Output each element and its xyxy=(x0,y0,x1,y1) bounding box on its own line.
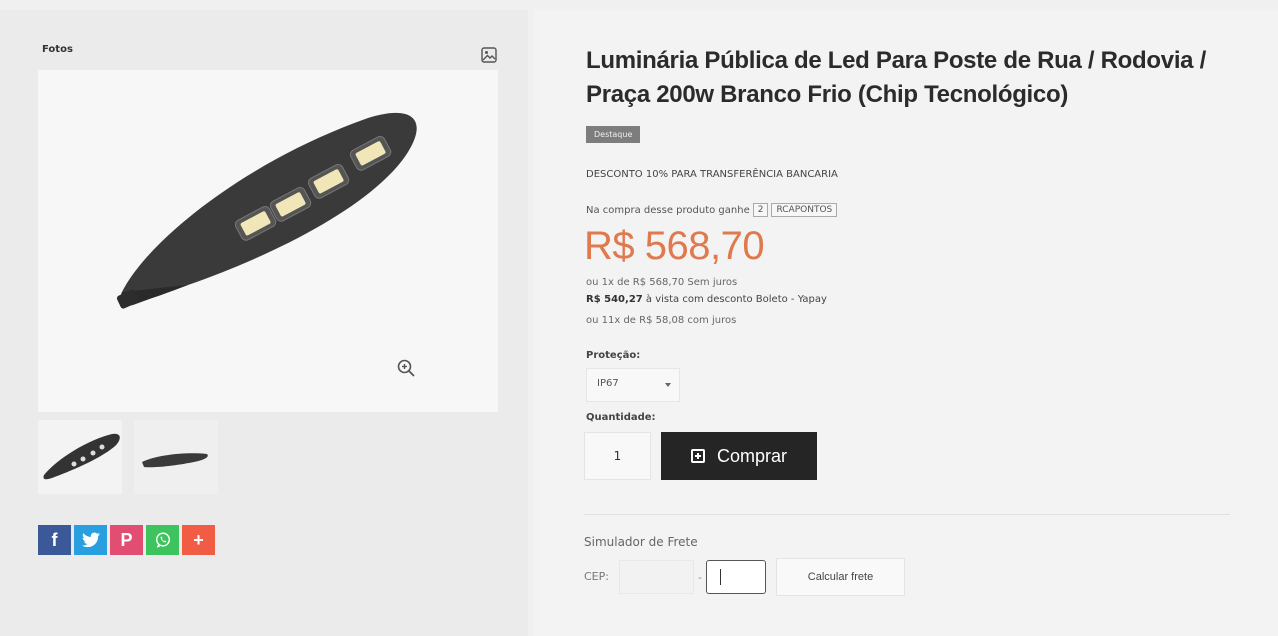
buy-button-label: Comprar xyxy=(716,445,787,466)
social-share-bar: f P + xyxy=(38,525,215,555)
installment-1x: ou 1x de R$ 568,70 Sem juros xyxy=(586,277,738,288)
protection-label: Proteção: xyxy=(586,350,641,361)
boleto-price: R$ 540,27 xyxy=(586,294,643,305)
shipping-simulator-title: Simulador de Frete xyxy=(584,535,698,549)
thumbnail-street-light-side xyxy=(142,453,208,468)
main-product-image[interactable] xyxy=(38,70,498,412)
divider xyxy=(584,514,1230,515)
cep-dash: - xyxy=(698,571,702,584)
boleto-text: à vista com desconto Boleto - Yapay xyxy=(645,294,827,305)
boleto-price-line: R$ 540,27 à vista com desconto Boleto - … xyxy=(586,294,827,305)
street-light-image xyxy=(116,112,417,309)
facebook-share-button[interactable]: f xyxy=(38,525,71,555)
highlight-badge: Destaque xyxy=(586,126,641,143)
buy-button[interactable]: Comprar xyxy=(661,432,817,480)
whatsapp-share-button[interactable] xyxy=(146,525,179,555)
pinterest-icon: P xyxy=(120,529,133,550)
points-prefix: Na compra desse produto ganhe xyxy=(586,204,750,216)
points-unit: RCAPONTOS xyxy=(771,203,838,217)
product-price: R$ 568,70 xyxy=(584,224,765,268)
twitter-icon xyxy=(81,532,100,548)
plus-icon: + xyxy=(193,529,204,550)
cep-label: CEP: xyxy=(584,570,609,583)
add-to-cart-icon xyxy=(690,449,705,463)
protection-select[interactable]: IP67 xyxy=(586,368,680,402)
zoom-in-icon[interactable] xyxy=(396,358,416,378)
pinterest-share-button[interactable]: P xyxy=(110,525,143,555)
facebook-icon: f xyxy=(51,529,58,550)
thumbnail-street-light-top xyxy=(43,433,120,480)
quantity-input[interactable]: 1 xyxy=(584,432,651,480)
chevron-down-icon xyxy=(665,383,671,387)
installment-11x: ou 11x de R$ 58,08 com juros xyxy=(586,315,737,326)
protection-value: IP67 xyxy=(597,378,619,389)
product-title: Luminária Pública de Led Para Poste de R… xyxy=(586,47,1206,108)
calculate-shipping-button[interactable]: Calcular frete xyxy=(776,558,905,596)
more-share-button[interactable]: + xyxy=(182,525,215,555)
points-value: 2 xyxy=(752,203,769,217)
thumbnail-1[interactable] xyxy=(38,420,122,494)
discount-message: DESCONTO 10% PARA TRANSFERÊNCIA BANCARIA xyxy=(586,169,838,180)
quantity-label: Quantidade: xyxy=(586,412,656,423)
reward-points-line: Na compra desse produto ganhe 2 RCAPONTO… xyxy=(586,203,838,217)
twitter-share-button[interactable] xyxy=(74,525,107,555)
cep-prefix-input[interactable] xyxy=(619,560,694,594)
whatsapp-icon xyxy=(155,532,170,548)
cep-suffix-input[interactable] xyxy=(706,560,766,594)
photos-label: Fotos xyxy=(42,44,73,55)
image-gallery-icon[interactable] xyxy=(481,47,497,63)
thumbnail-2[interactable] xyxy=(134,420,218,494)
